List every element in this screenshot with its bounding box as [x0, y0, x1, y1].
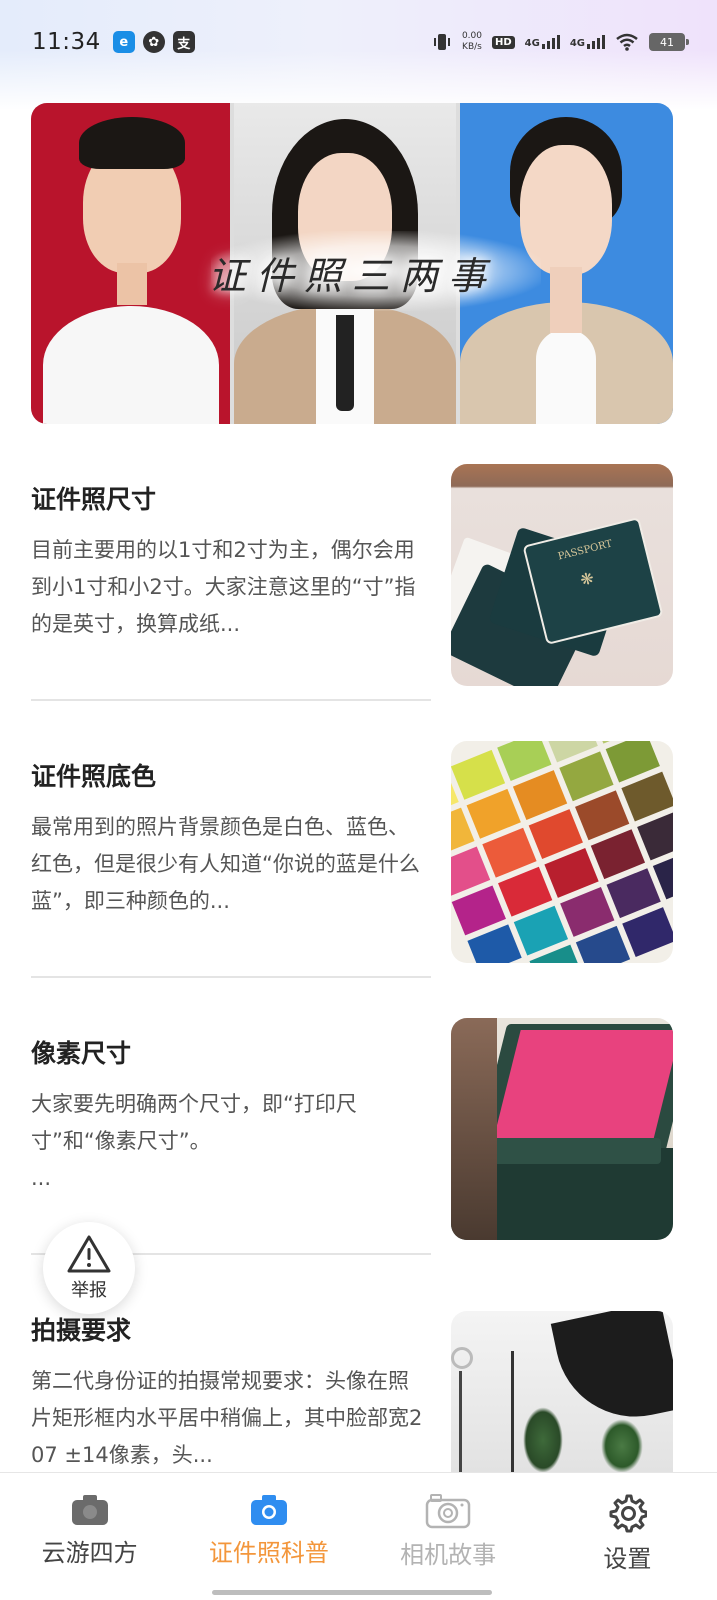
nav-tab-label: 相机故事 [400, 1541, 497, 1569]
signal-bars-icon [541, 35, 560, 49]
alipay-icon: 支 [172, 31, 195, 53]
nav-tab-camera-stories[interactable]: 相机故事 [359, 1473, 538, 1600]
article-card-photo-size[interactable]: 证件照尺寸 目前主要用的以1寸和2寸为主，偶尔会用到小1寸和小2寸。大家注意这里… [31, 464, 673, 703]
plant-shape [601, 1419, 643, 1473]
article-summary-ellipsis: ... [31, 1166, 52, 1190]
article-card-background-color[interactable]: 证件照底色 最常用到的照片背景颜色是白色、蓝色、红色，但是很少有人知道“你说的蓝… [31, 741, 673, 980]
article-thumbnail-photo-studio [451, 1311, 673, 1473]
battery-level: 41 [660, 35, 674, 49]
network-speed-unit: KB/s [462, 42, 482, 52]
ring-light [451, 1347, 473, 1369]
article-thumbnail-printing-press [451, 1018, 673, 1240]
nav-tab-id-photo-guide[interactable]: 证件照科普 [179, 1473, 358, 1600]
pink-print-sheet [493, 1030, 673, 1140]
sim1-network-label: 4G [524, 38, 540, 49]
article-title: 证件照尺寸 [31, 485, 157, 514]
shirt-shape [43, 306, 219, 424]
passport-cover-text: PASSPORT [556, 538, 614, 563]
vibrate-icon [433, 34, 450, 50]
network-speed: 0.00 KB/s [462, 31, 482, 53]
nav-tab-settings[interactable]: 设置 [538, 1473, 717, 1600]
banner-title: 证件照三两事 [207, 254, 496, 298]
retro-camera-icon [425, 1494, 471, 1529]
battery-indicator: 41 [649, 33, 689, 51]
browser-app-icon: e [112, 31, 135, 53]
shirt-shape [536, 329, 596, 424]
gear-icon [609, 1494, 648, 1533]
camera-icon [71, 1495, 108, 1525]
article-title: 证件照底色 [31, 762, 157, 791]
nav-tab-travel[interactable]: 云游四方 [0, 1473, 179, 1600]
banner-carousel[interactable]: 证件照三两事 [31, 103, 673, 424]
report-button-label: 举报 [71, 1280, 107, 1301]
eagle-emblem-icon: ❋ [578, 568, 596, 590]
hd-badge: HD [491, 35, 515, 49]
nav-tab-label: 云游四方 [41, 1539, 138, 1567]
notification-icons: e ✿ 支 [112, 31, 195, 53]
color-swatch-grid [451, 741, 673, 963]
home-indicator[interactable] [212, 1590, 492, 1595]
warning-triangle-icon [67, 1235, 111, 1273]
sim2-signal: 4G [570, 35, 605, 49]
light-stand [459, 1371, 462, 1473]
signal-bars-icon [587, 35, 605, 49]
app-notification-icon: ✿ [142, 31, 165, 53]
article-summary: 第二代身份证的拍摄常规要求：头像在照片矩形框内水平居中稍偏上，其中脸部宽207 … [31, 1369, 423, 1467]
article-card-pixel-size[interactable]: 像素尺寸 大家要先明确两个尺寸，即“打印尺寸”和“像素尺寸”。 ... [31, 1018, 673, 1257]
machine-side [451, 1018, 497, 1240]
hair-shape [79, 117, 185, 169]
status-indicators: 0.00 KB/s HD 4G 4G 41 [432, 31, 689, 53]
article-thumbnail-color-swatches [451, 741, 673, 963]
article-summary-text: 大家要先明确两个尺寸，即“打印尺寸”和“像素尺寸”。 [31, 1092, 357, 1153]
list-divider [31, 976, 431, 978]
nav-tab-label: 证件照科普 [208, 1539, 329, 1567]
article-thumbnail-passport: PASSPORT ❋ [451, 464, 673, 686]
article-title: 像素尺寸 [31, 1039, 132, 1068]
network-speed-value: 0.00 [461, 31, 482, 41]
nav-tab-label: 设置 [603, 1545, 652, 1573]
article-summary: 大家要先明确两个尺寸，即“打印尺寸”和“像素尺寸”。 ... [31, 1086, 423, 1197]
camera-icon [250, 1495, 287, 1525]
wifi-icon [616, 33, 638, 51]
bottom-navigation-bar: 云游四方 证件照科普 相机故事 设置 [0, 1472, 717, 1600]
sim1-signal: 4G [525, 35, 560, 49]
article-summary: 最常用到的照片背景颜色是白色、蓝色、红色，但是很少有人知道“你说的蓝是什么蓝”，… [31, 815, 420, 913]
status-time: 11:34 [32, 29, 101, 55]
tie-shape [336, 315, 354, 411]
status-bar: 11:34 e ✿ 支 0.00 KB/s HD 4G 4G 41 [0, 0, 717, 84]
softbox-umbrella [550, 1311, 673, 1432]
list-divider [31, 699, 431, 701]
light-stand [511, 1351, 514, 1473]
article-title: 拍摄要求 [31, 1316, 132, 1345]
sim2-network-label: 4G [569, 38, 585, 49]
article-summary: 目前主要用的以1寸和2寸为主，偶尔会用到小1寸和小2寸。大家注意这里的“寸”指的… [31, 538, 416, 636]
plant-shape [523, 1407, 563, 1473]
report-button[interactable]: 举报 [43, 1222, 135, 1314]
